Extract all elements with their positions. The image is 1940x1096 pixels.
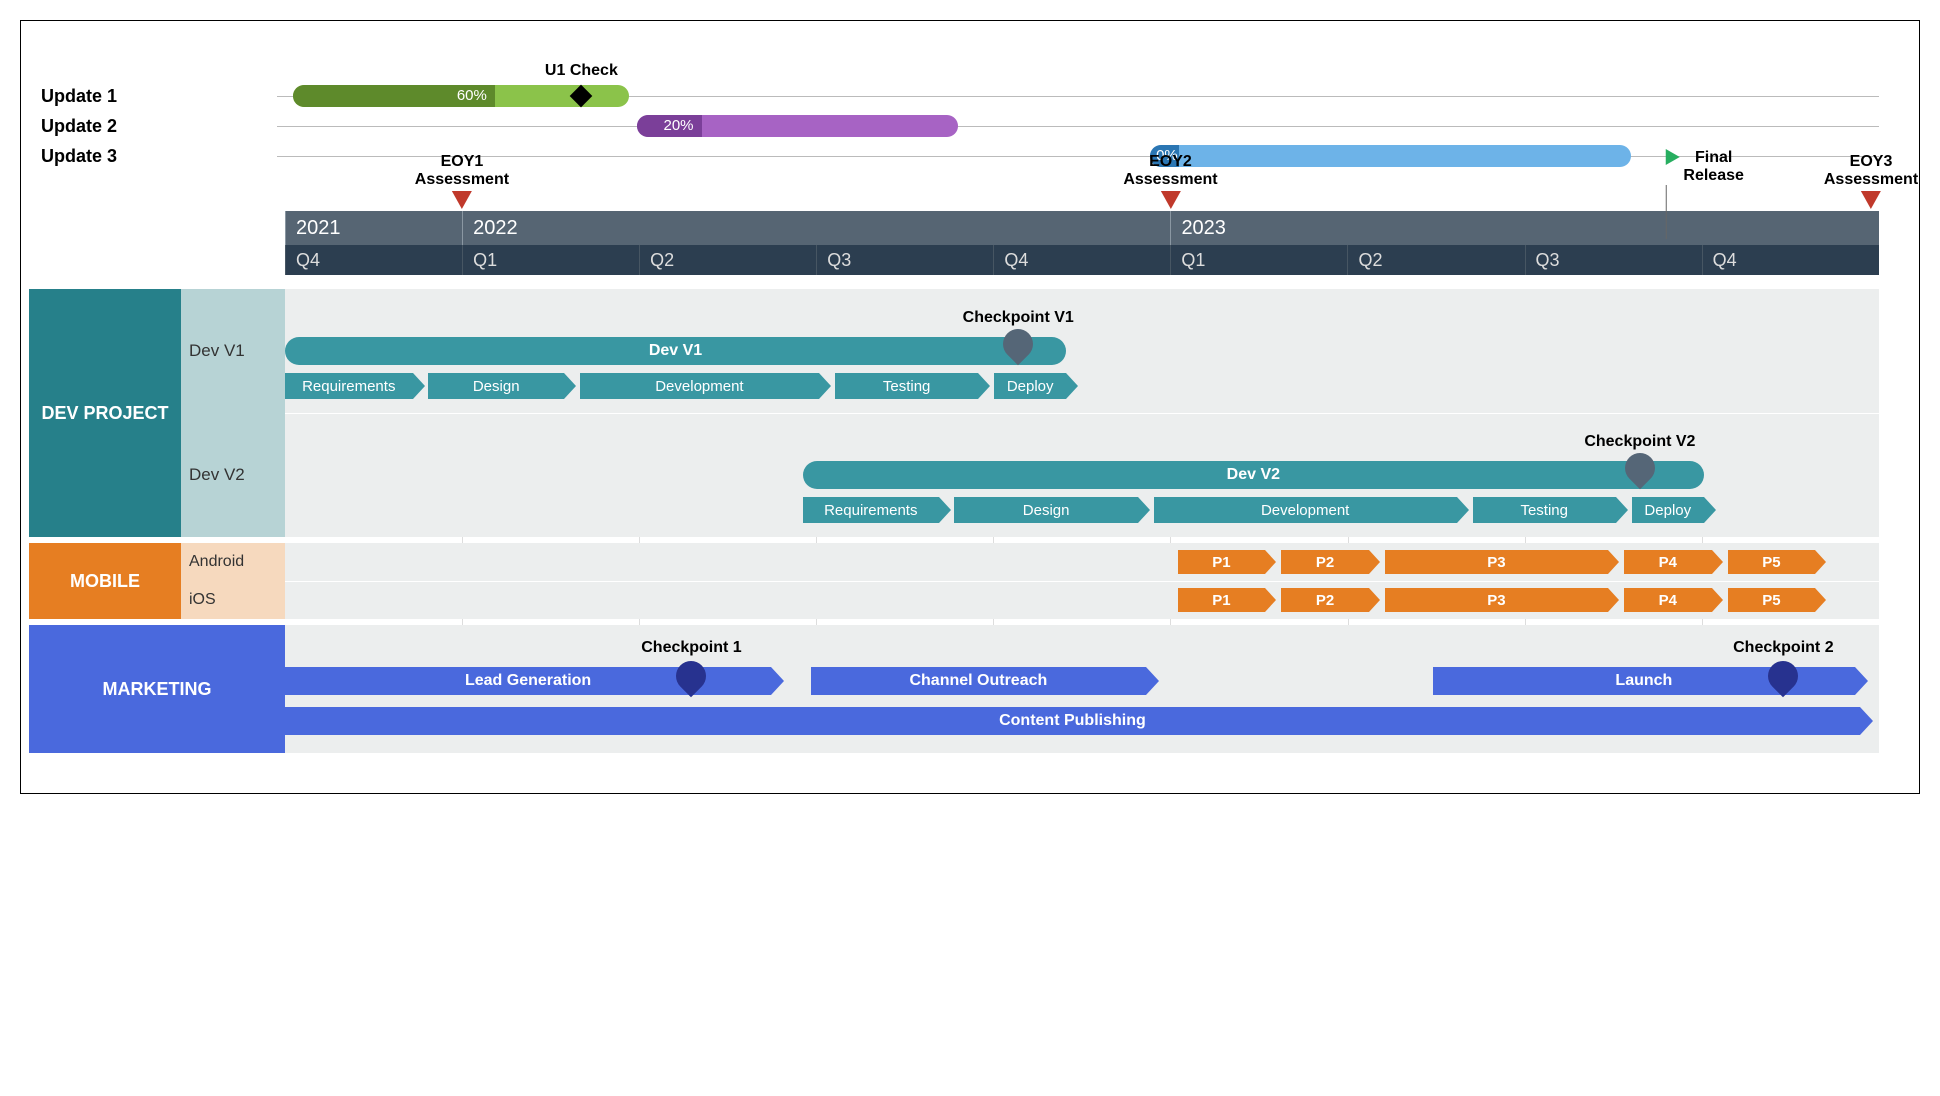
v1-deploy: Deploy [994, 373, 1066, 399]
dev-v2-bar: Dev V2 [803, 461, 1704, 489]
dev-v2-sub: Dev V2 [181, 413, 285, 537]
year-2023: 2023 [1170, 211, 1878, 245]
year-2022: 2022 [462, 211, 1170, 245]
section-marketing: MARKETING Checkpoint 1 Checkpoint 2 Lead… [29, 625, 1879, 753]
update-1-row: Update 1 U1 Check 60% [37, 81, 1879, 111]
section-mobile: MOBILE Android iOS P1 P2 P3 P4 P5 P1 P2 … [29, 543, 1879, 619]
dev-project-header: DEV PROJECT [29, 289, 181, 537]
android-p4: P4 [1624, 550, 1712, 574]
v1-design: Design [428, 373, 563, 399]
ios-p4: P4 [1624, 588, 1712, 612]
update-2-progress: 20% [663, 117, 693, 134]
mobile-header: MOBILE [29, 543, 181, 619]
marker-final-release: FinalRelease [1663, 149, 1744, 239]
year-2021: 2021 [285, 211, 462, 245]
q-2023-q3: Q3 [1525, 245, 1702, 275]
q-2022-q2: Q2 [639, 245, 816, 275]
marker-eoy2: EOY2Assessment [1123, 153, 1217, 209]
dev-v1-bar: Dev V1 [285, 337, 1066, 365]
v1-dev: Development [580, 373, 819, 399]
marker-eoy3: EOY3Assessment [1824, 153, 1918, 209]
android-p2: P2 [1281, 550, 1369, 574]
ios-p1: P1 [1178, 588, 1266, 612]
android-sub: Android [181, 543, 285, 581]
q-2022-q3: Q3 [816, 245, 993, 275]
update-1-label: Update 1 [37, 86, 277, 107]
mkt-channel: Channel Outreach [811, 667, 1146, 695]
update-3-label: Update 3 [37, 146, 277, 167]
flag-icon [1665, 149, 1679, 165]
q-2023-q1: Q1 [1170, 245, 1347, 275]
marketing-header: MARKETING [29, 625, 285, 753]
update-2-row: Update 2 20% [37, 111, 1879, 141]
android-p1: P1 [1178, 550, 1266, 574]
marker-eoy1: EOY1Assessment [415, 153, 509, 209]
v1-req: Requirements [285, 373, 413, 399]
timeline-header: EOY1Assessment EOY2Assessment FinalRelea… [29, 211, 1879, 275]
v2-design: Design [954, 497, 1137, 523]
mkt-checkpoint-1-label: Checkpoint 1 [641, 639, 741, 657]
ios-sub: iOS [181, 581, 285, 619]
q-2022-q4: Q4 [993, 245, 1170, 275]
v2-deploy: Deploy [1632, 497, 1704, 523]
q-2021-q4: Q4 [285, 245, 462, 275]
update-2-label: Update 2 [37, 116, 277, 137]
checkpoint-v2-label: Checkpoint V2 [1584, 433, 1695, 451]
v2-dev: Development [1154, 497, 1457, 523]
q-2023-q2: Q2 [1347, 245, 1524, 275]
q-2022-q1: Q1 [462, 245, 639, 275]
section-dev-project: DEV PROJECT Dev V1 Dev V2 Checkpoint V1 … [29, 289, 1879, 537]
v2-req: Requirements [803, 497, 938, 523]
v1-test: Testing [835, 373, 978, 399]
update-1-progress: 60% [457, 87, 487, 104]
android-p3: P3 [1385, 550, 1608, 574]
checkpoint-v1-label: Checkpoint V1 [963, 309, 1074, 327]
ios-p2: P2 [1281, 588, 1369, 612]
android-p5: P5 [1728, 550, 1816, 574]
mkt-content: Content Publishing [285, 707, 1860, 735]
ios-p3: P3 [1385, 588, 1608, 612]
u1-check-label: U1 Check [545, 62, 618, 80]
dev-v1-sub: Dev V1 [181, 289, 285, 413]
roadmap-diagram: Update 1 U1 Check 60% Update 2 20% Updat… [20, 20, 1920, 794]
mkt-checkpoint-2-label: Checkpoint 2 [1733, 639, 1833, 657]
ios-p5: P5 [1728, 588, 1816, 612]
q-2023-q4: Q4 [1702, 245, 1879, 275]
v2-test: Testing [1473, 497, 1616, 523]
